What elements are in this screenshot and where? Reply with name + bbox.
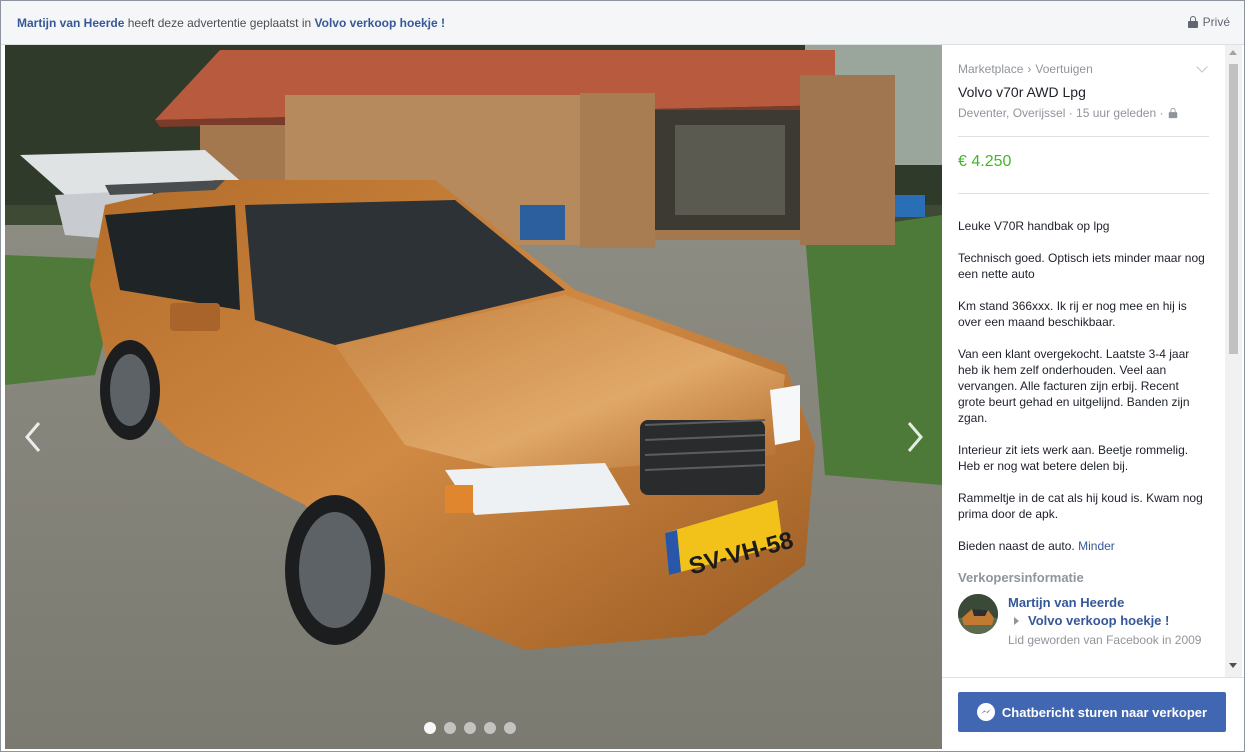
- messenger-icon: [976, 703, 995, 721]
- description-paragraph: Km stand 366xxx. Ik rij er nog mee en hi…: [958, 299, 1187, 329]
- description-last-paragraph: Bieden naast de auto. Minder: [958, 538, 1208, 554]
- listing-details-panel: Marketplace › Voertuigen Volvo v70r AWD …: [942, 45, 1244, 677]
- photo-dot-1[interactable]: [424, 722, 436, 734]
- details-scrollbar[interactable]: [1225, 45, 1242, 677]
- privacy-label: Privé: [1202, 15, 1230, 29]
- lock-icon: [1187, 16, 1198, 28]
- caret-right-icon: [1014, 616, 1019, 625]
- next-photo-button[interactable]: [903, 417, 927, 457]
- breadcrumb-vehicles[interactable]: Voertuigen: [1035, 62, 1092, 76]
- group-link[interactable]: Volvo verkoop hoekje !: [315, 16, 445, 30]
- listing-price: € 4.250: [958, 153, 1012, 170]
- lock-icon: [1169, 107, 1178, 119]
- posted-text: heeft deze advertentie geplaatst in: [127, 16, 312, 30]
- show-less-link[interactable]: Minder: [1078, 539, 1115, 553]
- photo-pagination: [424, 722, 516, 734]
- photo-dot-5[interactable]: [504, 722, 516, 734]
- listing-location[interactable]: Deventer, Overijssel: [958, 106, 1065, 120]
- chevron-left-icon: [25, 422, 41, 452]
- description-last-line: Bieden naast de auto.: [958, 539, 1075, 553]
- message-seller-button[interactable]: Chatbericht sturen naar verkoper: [958, 692, 1226, 732]
- seller-name-link[interactable]: Martijn van Heerde: [1008, 595, 1124, 610]
- description-paragraph: Van een klant overgekocht. Laatste 3-4 j…: [958, 347, 1190, 425]
- chevron-right-icon: [907, 422, 923, 452]
- seller-joined: Lid geworden van Facebook in 2009: [1008, 633, 1202, 647]
- avatar-image: [958, 594, 998, 634]
- photo-dot-2[interactable]: [444, 722, 456, 734]
- photo-dot-4[interactable]: [484, 722, 496, 734]
- panel-footer: Chatbericht sturen naar verkoper: [942, 677, 1244, 749]
- seller-info: Martijn van Heerde Volvo verkoop hoekje …: [958, 594, 1214, 652]
- description-paragraph: Technisch goed. Optisch iets minder maar…: [958, 251, 1205, 281]
- breadcrumb: Marketplace › Voertuigen: [958, 62, 1214, 76]
- divider: [958, 193, 1209, 194]
- poster-link[interactable]: Martijn van Heerde: [17, 16, 124, 30]
- divider: [958, 136, 1209, 137]
- marketplace-listing-modal: Martijn van Heerde heeft deze advertenti…: [0, 0, 1245, 752]
- photo-dot-3[interactable]: [464, 722, 476, 734]
- car-photo-illustration: SV-VH-58: [5, 45, 942, 749]
- description-paragraph: Interieur zit iets werk aan. Beetje romm…: [958, 443, 1189, 473]
- message-seller-label: Chatbericht sturen naar verkoper: [1001, 704, 1208, 720]
- scroll-up-arrow-icon[interactable]: [1229, 50, 1237, 55]
- breadcrumb-marketplace[interactable]: Marketplace: [958, 62, 1023, 76]
- listing-photo: SV-VH-58: [5, 45, 942, 749]
- seller-group-link[interactable]: Volvo verkoop hoekje !: [1028, 613, 1169, 628]
- description-paragraph: Leuke V70R handbak op lpg: [958, 219, 1110, 233]
- listing-location-line: Deventer, Overijssel · 15 uur geleden ·: [958, 106, 1214, 120]
- listing-time: 15 uur geleden: [1076, 106, 1157, 120]
- scroll-down-arrow-icon[interactable]: [1229, 663, 1237, 668]
- breadcrumb-separator: ›: [1027, 62, 1032, 76]
- seller-group-line: Volvo verkoop hoekje !: [1014, 613, 1169, 628]
- description-paragraph: Rammeltje in de cat als hij koud is. Kwa…: [958, 491, 1203, 521]
- scrollbar-thumb[interactable]: [1229, 64, 1238, 354]
- seller-info-heading: Verkopersinformatie: [958, 570, 1084, 585]
- seller-avatar[interactable]: [958, 594, 998, 634]
- listing-description: Leuke V70R handbak op lpg Technisch goed…: [958, 218, 1208, 554]
- previous-photo-button[interactable]: [21, 417, 45, 457]
- posted-by-line: Martijn van Heerde heeft deze advertenti…: [17, 16, 445, 30]
- listing-title: Volvo v70r AWD Lpg: [958, 84, 1086, 100]
- post-header: Martijn van Heerde heeft deze advertenti…: [1, 1, 1244, 45]
- privacy-indicator[interactable]: Privé: [1187, 15, 1230, 29]
